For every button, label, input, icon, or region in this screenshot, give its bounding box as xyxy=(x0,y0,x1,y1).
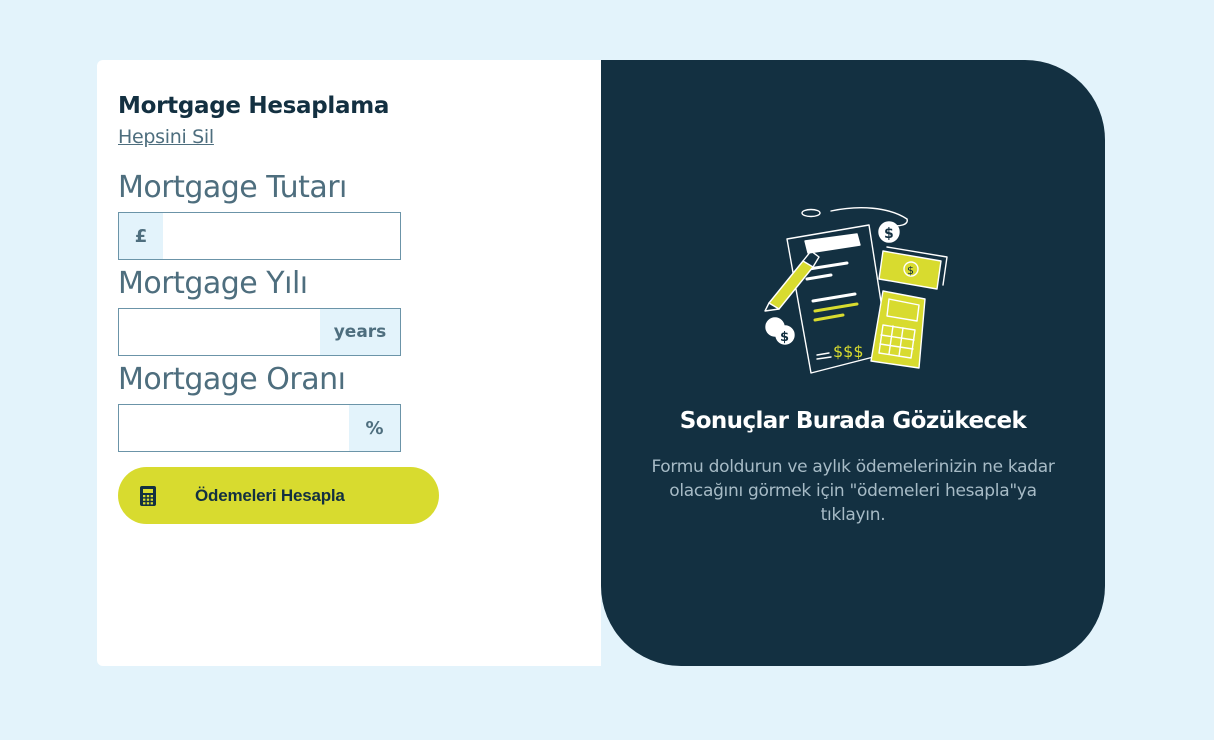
amount-label: Mortgage Tutarı xyxy=(118,170,347,205)
calculate-button-label: Ödemeleri Hesapla xyxy=(195,485,345,505)
years-suffix: years xyxy=(320,309,400,355)
svg-text:$: $ xyxy=(780,330,789,345)
results-panel: $$$ $ $ $ Sonuçlar Burada Gözükecek Form… xyxy=(601,60,1105,666)
percent-suffix: % xyxy=(349,405,400,451)
currency-prefix: £ xyxy=(119,213,163,259)
mortgage-calculator-card: Mortgage Hesaplama Hepsini Sil Mortgage … xyxy=(97,60,1105,666)
term-field: years xyxy=(118,308,401,356)
calculate-payments-button[interactable]: Ödemeleri Hesapla xyxy=(118,467,439,524)
rate-input[interactable] xyxy=(119,405,349,451)
results-empty-description: Formu doldurun ve aylık ödemelerinizin n… xyxy=(651,457,1055,525)
calculator-icon xyxy=(139,485,157,506)
amount-input[interactable] xyxy=(163,213,400,259)
term-label: Mortgage Yılı xyxy=(118,266,308,301)
svg-text:$$$: $$$ xyxy=(833,342,864,361)
rate-label: Mortgage Oranı xyxy=(118,362,346,397)
svg-text:$: $ xyxy=(907,264,914,277)
results-empty-title: Sonuçlar Burada Gözükecek xyxy=(679,408,1027,434)
clear-all-link[interactable]: Hepsini Sil xyxy=(118,126,214,148)
amount-field: £ xyxy=(118,212,401,260)
term-input[interactable] xyxy=(119,309,320,355)
svg-text:$: $ xyxy=(884,226,894,242)
form-panel: Mortgage Hesaplama Hepsini Sil Mortgage … xyxy=(97,60,601,666)
form-title: Mortgage Hesaplama xyxy=(118,93,390,119)
rate-field: % xyxy=(118,404,401,452)
empty-results-illustration: $$$ $ $ $ xyxy=(759,203,949,378)
